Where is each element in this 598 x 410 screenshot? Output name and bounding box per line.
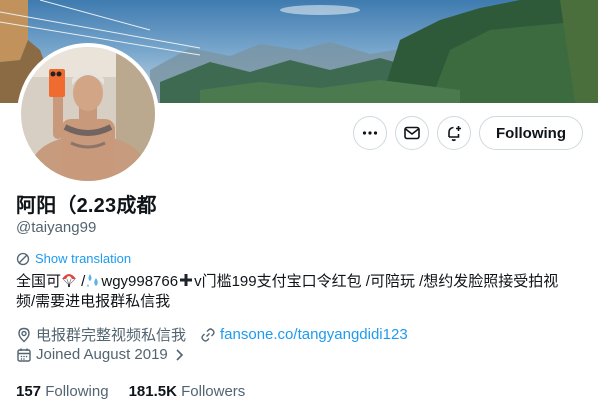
bio-text-4: v门槛199支付宝口令红包 /可陪玩 /想约发脸照接受拍视 [194,273,559,290]
more-button[interactable] [353,116,388,150]
link-icon [201,327,215,342]
followers-count: 181.5K [128,383,177,400]
bio-text-2: / [77,273,86,290]
notify-button[interactable] [437,116,472,150]
location-text: 电报群完整视频私信我 [36,327,187,344]
profile-meta: 电报群完整视频私信我 fansone.co/tangyangdidi123 [16,324,408,345]
profile-actions: Following [353,116,583,150]
followers-label: Followers [181,383,246,400]
profile-avatar[interactable] [17,43,159,185]
show-translation-label: Show translation [35,251,132,266]
following-button[interactable]: Following [479,116,583,150]
more-icon [362,131,378,135]
chevron-right-icon [176,348,183,361]
droplets-icon [87,274,99,287]
display-name: 阿阳（2.23成都 [16,195,157,217]
following-button-label: Following [496,124,566,142]
following-stat[interactable]: 157 Following [16,383,109,400]
message-button[interactable] [395,116,430,150]
avatar-image [21,47,155,181]
envelope-icon [404,126,420,140]
user-handle: @taiyang99 [16,219,97,236]
bio-text-1: 全国可 [16,273,62,290]
location-item: 电报群完整视频私信我 [16,324,186,345]
following-count: 157 [16,383,42,400]
location-pin-icon [18,327,30,342]
joined-text: Joined August 2019 [36,346,168,363]
bell-plus-icon [448,126,462,142]
translate-icon [16,252,30,265]
calendar-icon [17,348,31,362]
profile-bio: 全国可 / wgy998766 v门槛199支付宝口令红包 /可陪玩 /想约发脸… [16,272,582,312]
joined-row[interactable]: Joined August 2019 [16,346,190,363]
bio-text-3: wgy998766 [101,273,179,290]
show-translation-link[interactable]: Show translation [16,251,131,266]
bio-text-5: 频/需要进电报群私信我 [16,293,171,310]
website-item: fansone.co/tangyangdidi123 [200,326,408,343]
following-label: Following [45,383,109,400]
parachute-icon [62,274,77,287]
website-link[interactable]: fansone.co/tangyangdidi123 [220,326,408,343]
followers-stat[interactable]: 181.5K Followers [129,383,246,400]
follow-stats: 157 Following 181.5K Followers [16,383,245,400]
plus-icon [180,274,193,286]
